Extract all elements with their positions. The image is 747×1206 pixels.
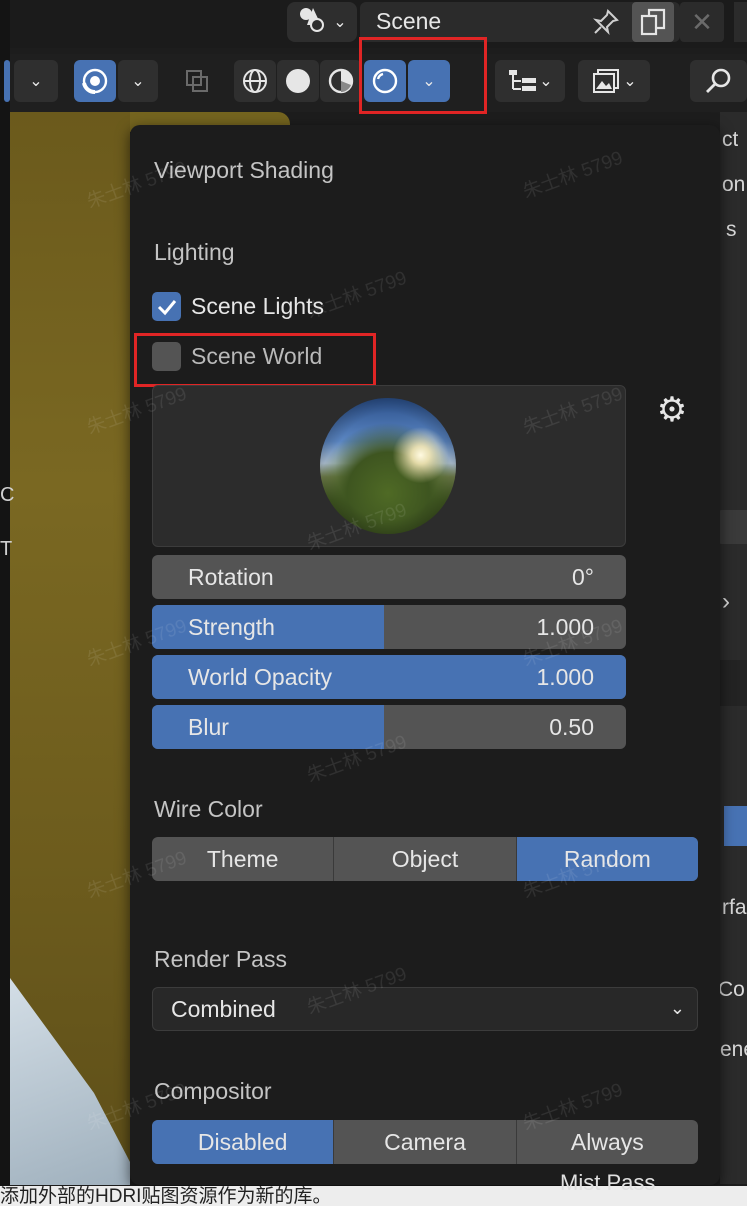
wireframe-sphere-icon: [243, 69, 267, 93]
search-button[interactable]: [690, 60, 747, 102]
compositor-selector: Disabled Camera Always: [152, 1120, 698, 1164]
rotation-label: Rotation: [188, 564, 274, 590]
duplicate-scene-button[interactable]: [632, 2, 674, 42]
properties-text: on: [722, 173, 746, 196]
close-icon[interactable]: ✕: [680, 2, 724, 42]
lighting-section-label: Lighting: [154, 239, 235, 265]
material-sphere-icon: [328, 68, 354, 94]
rotation-value: 0°: [572, 564, 594, 590]
chevron-down-icon: ⌄: [623, 73, 637, 90]
scene-name: Scene: [376, 8, 442, 34]
strength-label: Strength: [188, 614, 275, 640]
compositor-option-disabled[interactable]: Disabled: [152, 1120, 335, 1164]
render-pass-section-label: Render Pass: [154, 946, 287, 972]
search-icon: [705, 68, 730, 93]
properties-text: ene: [720, 1038, 747, 1061]
scene-type-selector[interactable]: ⌄: [287, 2, 357, 42]
chevron-down-icon: ⌄: [333, 14, 347, 31]
scene-icon: [297, 5, 327, 39]
wire-color-option-object[interactable]: Object: [334, 837, 517, 881]
chevron-right-icon[interactable]: ›: [722, 588, 730, 616]
scene-lights-checkbox[interactable]: [152, 292, 181, 321]
shading-popover-dropdown[interactable]: ⌄: [408, 60, 450, 102]
compositor-option-camera[interactable]: Camera: [334, 1120, 517, 1164]
overlays-icon: [82, 68, 108, 94]
chevron-down-icon: ⌄: [29, 73, 43, 90]
world-opacity-label: World Opacity: [188, 664, 333, 690]
render-pass-dropdown[interactable]: Combined ⌄: [152, 987, 698, 1031]
wireframe-shading-button[interactable]: [234, 60, 276, 102]
properties-panel[interactable]: [720, 112, 747, 1184]
mode-selector-edge[interactable]: [4, 60, 10, 102]
overlays-toggle-button[interactable]: [74, 60, 116, 102]
scene-world-checkbox-row[interactable]: Scene World: [152, 342, 322, 371]
scene-world-label: Scene World: [191, 343, 323, 369]
material-preview-button[interactable]: [320, 60, 362, 102]
blur-label: Blur: [188, 714, 229, 740]
display-mode-selector[interactable]: ⌄: [578, 60, 650, 102]
scene-lights-checkbox-row[interactable]: Scene Lights: [152, 292, 324, 321]
render-pass-value: Combined: [171, 996, 276, 1022]
chevron-down-icon: ⌄: [131, 73, 145, 90]
checkmark-icon: [157, 299, 176, 315]
xray-icon: [186, 70, 208, 92]
chevron-down-icon: ⌄: [669, 998, 685, 1018]
properties-text: rfa: [722, 896, 747, 919]
chevron-down-icon: ⌄: [422, 73, 436, 90]
properties-text: s: [726, 218, 737, 241]
properties-text: Co: [718, 978, 745, 1001]
outliner-icon: [509, 70, 537, 91]
left-panel-fragment: C: [0, 484, 15, 506]
left-panel-fragment: T: [0, 538, 13, 560]
blur-value: 0.50: [549, 714, 594, 740]
rendered-sphere-icon: [372, 68, 398, 94]
properties-text: ct: [722, 128, 739, 151]
scene-world-checkbox[interactable]: [152, 342, 181, 371]
wire-color-section-label: Wire Color: [154, 796, 263, 822]
view-options-dropdown[interactable]: ⌄: [14, 60, 58, 102]
properties-selected-item[interactable]: [724, 806, 747, 846]
left-edge-strip: [0, 0, 10, 1206]
rendered-shading-button[interactable]: [364, 60, 406, 102]
solid-shading-button[interactable]: [277, 60, 319, 102]
solid-sphere-icon: [286, 69, 310, 93]
world-opacity-value: 1.000: [536, 664, 594, 690]
pin-icon[interactable]: [586, 4, 626, 40]
rotation-slider[interactable]: Rotation 0°: [152, 555, 626, 599]
properties-section-header: [720, 660, 747, 706]
mist-pass-item[interactable]: Mist Pass: [560, 1170, 655, 1196]
image-icon: [593, 69, 620, 93]
overlays-dropdown[interactable]: ⌄: [118, 60, 158, 102]
blur-slider-fill: [152, 705, 385, 749]
chevron-down-icon: ⌄: [539, 73, 553, 90]
properties-search-field[interactable]: [716, 510, 747, 544]
header-edge: [734, 2, 747, 42]
xray-toggle-button[interactable]: [176, 60, 218, 102]
editor-type-selector[interactable]: ⌄: [495, 60, 565, 102]
gear-icon[interactable]: ⚙: [652, 390, 692, 430]
